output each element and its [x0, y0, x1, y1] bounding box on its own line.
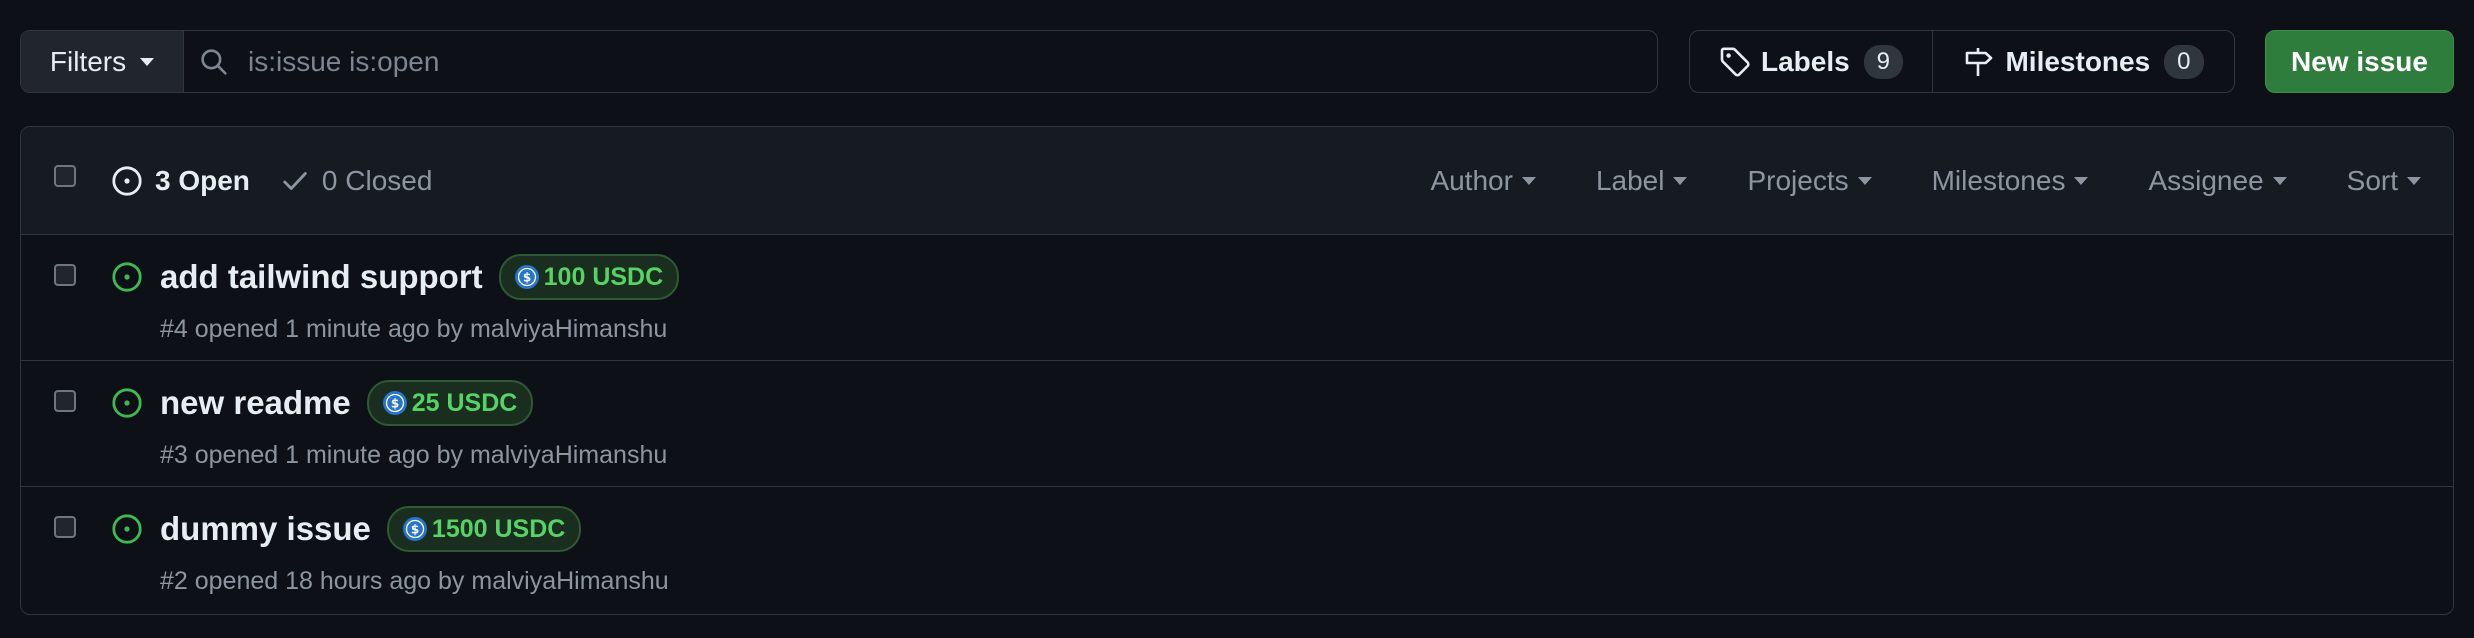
new-issue-button[interactable]: New issue — [2265, 30, 2454, 93]
chevron-down-icon — [1521, 176, 1536, 185]
assignee-filter[interactable]: Assignee — [2148, 164, 2287, 197]
issue-meta: #2 opened 18 hours ago by malviyaHimansh… — [160, 567, 669, 595]
usdc-icon: $ — [514, 265, 539, 289]
svg-text:$: $ — [391, 397, 399, 411]
issue-title-line: dummy issue $ 1500 USDC — [160, 506, 582, 552]
filter-search-group: Filters — [20, 30, 1658, 93]
author-filter-label: Author — [1430, 164, 1513, 196]
author-filter[interactable]: Author — [1430, 165, 1536, 197]
issue-opened-icon — [112, 262, 142, 292]
search-field[interactable] — [184, 31, 1657, 92]
issue-opened-icon — [112, 514, 142, 544]
check-icon — [283, 171, 307, 190]
chevron-down-icon — [140, 57, 155, 66]
issue-title-link[interactable]: new readme — [160, 384, 351, 422]
issue-title-link[interactable]: dummy issue — [160, 510, 371, 548]
sort-filter-label: Sort — [2346, 164, 2398, 196]
sort-filter[interactable]: Sort — [2347, 165, 2421, 197]
issue-checkbox[interactable] — [54, 264, 76, 286]
closed-issues-label: 0 Closed — [321, 164, 433, 196]
label-filter[interactable]: Label — [1596, 165, 1688, 197]
issue-title-line: add tailwind support $ 100 USDC — [160, 254, 680, 300]
bounty-amount: 25 USDC — [411, 388, 518, 417]
issue-state-tabs: 3 Open 0 Closed — [111, 127, 432, 234]
svg-text:$: $ — [522, 271, 530, 285]
issue-checkbox[interactable] — [54, 516, 76, 538]
chevron-down-icon — [2272, 176, 2287, 185]
svg-text:$: $ — [411, 523, 419, 537]
bounty-amount: 100 USDC — [543, 262, 664, 291]
projects-filter-label: Projects — [1747, 164, 1849, 196]
labels-label: Labels — [1760, 45, 1850, 77]
labels-count: 9 — [1863, 44, 1904, 79]
issue-row[interactable]: new readme $ 25 USDC #3 opened 1 minute … — [21, 361, 2453, 487]
tag-icon — [1720, 47, 1750, 76]
issues-list: 3 Open 0 Closed Author Label Projects Mi… — [20, 126, 2454, 615]
search-icon — [201, 48, 227, 75]
bounty-badge[interactable]: $ 1500 USDC — [386, 506, 582, 552]
assignee-filter-label: Assignee — [2148, 164, 2264, 196]
closed-issues-tab[interactable]: 0 Closed — [280, 164, 433, 197]
issues-list-header: 3 Open 0 Closed Author Label Projects Mi… — [21, 127, 2453, 235]
chevron-down-icon — [1857, 176, 1872, 185]
list-filter-menu: Author Label Projects Milestones Assigne… — [1370, 127, 2421, 234]
bounty-badge[interactable]: $ 25 USDC — [366, 380, 534, 426]
issue-opened-icon — [112, 165, 142, 196]
issue-meta: #3 opened 1 minute ago by malviyaHimansh… — [160, 441, 668, 469]
open-issues-tab[interactable]: 3 Open — [111, 165, 250, 197]
chevron-down-icon — [2407, 176, 2421, 185]
issue-title-line: new readme $ 25 USDC — [160, 380, 534, 426]
issue-title-link[interactable]: add tailwind support — [160, 258, 483, 296]
issue-row[interactable]: dummy issue $ 1500 USDC #2 opened 18 hou… — [21, 487, 2453, 612]
issue-checkbox[interactable] — [54, 390, 76, 412]
milestones-count: 0 — [2164, 44, 2204, 79]
issue-meta: #4 opened 1 minute ago by malviyaHimansh… — [160, 315, 668, 343]
labels-button[interactable]: Labels 9 — [1690, 31, 1933, 92]
issue-row[interactable]: add tailwind support $ 100 USDC #4 opene… — [21, 235, 2453, 361]
bounty-amount: 1500 USDC — [431, 514, 566, 543]
issues-toolbar: Filters Labels 9 Milestone — [20, 30, 2454, 93]
labels-milestones-group: Labels 9 Milestones 0 — [1689, 30, 2235, 93]
milestones-filter-label: Milestones — [1931, 164, 2066, 196]
select-all-checkbox[interactable] — [54, 165, 76, 187]
usdc-icon: $ — [402, 517, 427, 541]
milestones-filter[interactable]: Milestones — [1932, 165, 2089, 197]
filters-label: Filters — [49, 45, 127, 77]
bounty-badge[interactable]: $ 100 USDC — [498, 254, 680, 300]
label-filter-label: Label — [1595, 164, 1665, 196]
filters-button[interactable]: Filters — [21, 31, 184, 92]
issue-opened-icon — [112, 388, 142, 418]
milestone-icon — [1966, 47, 1993, 76]
open-issues-label: 3 Open — [155, 164, 250, 196]
usdc-icon: $ — [382, 391, 407, 415]
projects-filter[interactable]: Projects — [1747, 164, 1872, 197]
milestones-label: Milestones — [2005, 45, 2151, 77]
search-input[interactable] — [246, 44, 1550, 79]
chevron-down-icon — [2074, 176, 2089, 185]
chevron-down-icon — [1673, 176, 1688, 185]
milestones-button[interactable]: Milestones 0 — [1933, 31, 2234, 92]
